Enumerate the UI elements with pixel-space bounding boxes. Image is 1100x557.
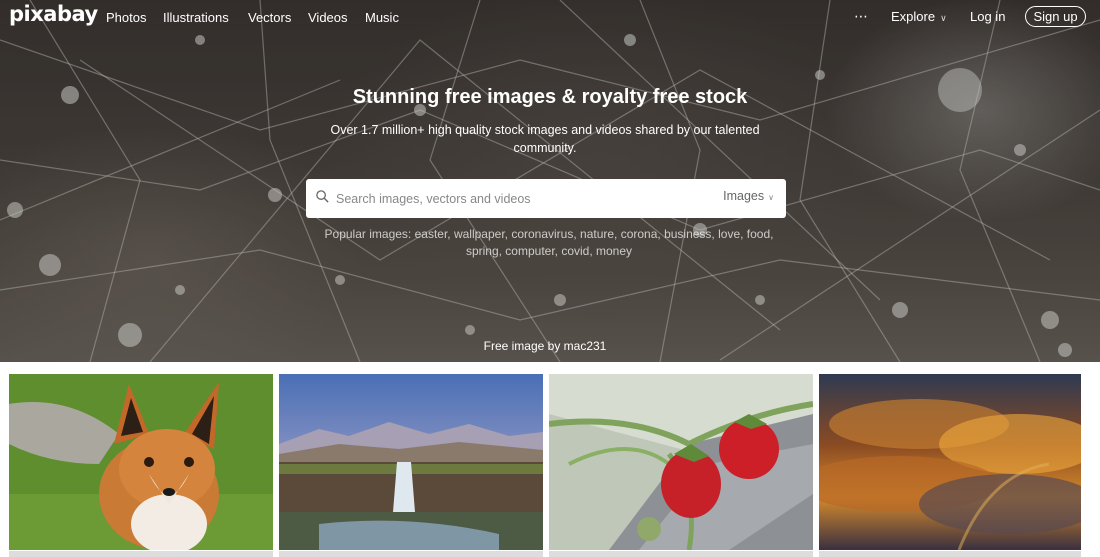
search-bar: Images∨ xyxy=(306,179,786,218)
popular-tags: Popular images: easter, wallpaper, coron… xyxy=(318,226,780,260)
popular-label: Popular images: xyxy=(324,227,412,241)
nav-music[interactable]: Music xyxy=(365,10,399,25)
search-input[interactable] xyxy=(336,189,696,209)
image-credit[interactable]: Free image by mac231 xyxy=(0,339,1090,353)
nav-videos[interactable]: Videos xyxy=(308,10,348,25)
gallery-row-next xyxy=(9,551,273,557)
gallery-item-sunset[interactable] xyxy=(819,374,1081,550)
hero-banner: pixabay Photos Illustrations Vectors Vid… xyxy=(0,0,1100,362)
hero-subtitle: Over 1.7 million+ high quality stock ima… xyxy=(330,123,760,155)
gallery-row-next xyxy=(819,551,1081,557)
gallery-item-fox[interactable] xyxy=(9,374,273,550)
pixabay-logo[interactable]: pixabay xyxy=(9,2,98,26)
media-type-select[interactable]: Images ∨ xyxy=(723,189,774,203)
media-type-label: Images xyxy=(723,189,765,203)
signup-button[interactable]: Sign up xyxy=(1025,6,1086,27)
sunset-clouds-image xyxy=(819,374,1081,550)
nav-vectors[interactable]: Vectors xyxy=(248,10,291,25)
chevron-down-icon: ∨ xyxy=(768,193,774,202)
gallery-item-waterfall[interactable] xyxy=(279,374,543,550)
gallery-item-strawberries[interactable] xyxy=(549,374,813,550)
search-icon[interactable] xyxy=(315,189,330,204)
explore-label: Explore xyxy=(891,9,936,24)
waterfall-landscape-image xyxy=(279,374,543,550)
nav-photos[interactable]: Photos xyxy=(106,10,146,25)
hero-title: Stunning free images & royalty free stoc… xyxy=(352,86,748,108)
nav-illustrations[interactable]: Illustrations xyxy=(163,10,229,25)
explore-menu[interactable]: Explore ∨ xyxy=(891,9,947,24)
popular-tag-list[interactable]: easter, wallpaper, coronavirus, nature, … xyxy=(415,227,774,258)
fox-image xyxy=(9,374,273,550)
gallery-row-next xyxy=(549,551,813,557)
strawberries-image xyxy=(549,374,813,550)
login-link[interactable]: Log in xyxy=(970,9,1005,24)
gallery-row-next xyxy=(279,551,543,557)
top-nav: pixabay Photos Illustrations Vectors Vid… xyxy=(0,0,1100,36)
more-menu-icon[interactable]: ⋯ xyxy=(854,8,869,25)
chevron-down-icon: ∨ xyxy=(940,13,947,23)
